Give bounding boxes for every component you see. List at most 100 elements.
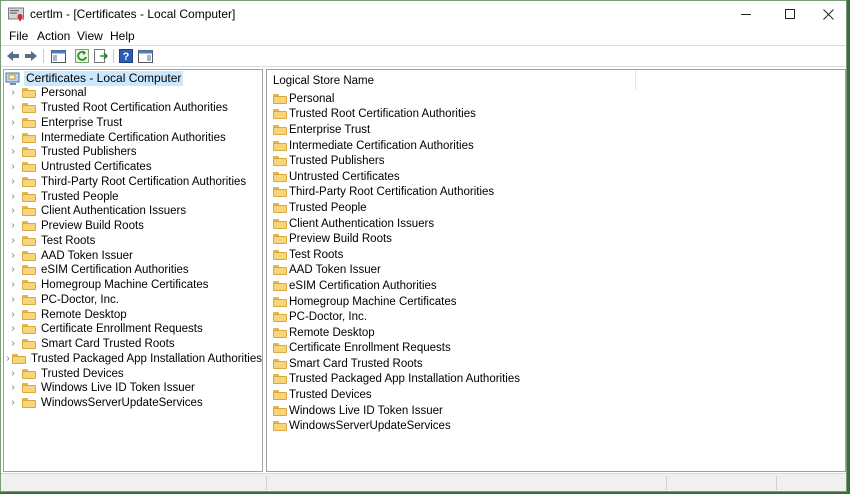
folder-icon: [273, 296, 287, 307]
folder-icon: [22, 103, 36, 114]
tree-item[interactable]: › Trusted Packaged App Installation Autho…: [4, 352, 262, 367]
tree-item[interactable]: › eSIM Certification Authorities: [4, 263, 262, 278]
folder-icon: [273, 202, 287, 213]
column-divider[interactable]: [635, 70, 636, 90]
list-item-label: Preview Build Roots: [289, 233, 392, 246]
list-item[interactable]: WindowsServerUpdateServices: [271, 418, 831, 434]
list-item-label: Personal: [289, 92, 335, 105]
tree-item[interactable]: › Trusted People: [4, 189, 262, 204]
expand-chevron-icon[interactable]: ›: [4, 116, 22, 130]
tree-item[interactable]: › Smart Card Trusted Roots: [4, 337, 262, 352]
list-item[interactable]: Remote Desktop: [271, 325, 831, 341]
list-item[interactable]: AAD Token Issuer: [271, 263, 831, 279]
expand-chevron-icon[interactable]: ›: [4, 160, 22, 174]
title-bar[interactable]: certlm - [Certificates - Local Computer]: [1, 1, 846, 27]
tree-items: › Personal › Trusted Root Certification Aut…: [4, 86, 262, 411]
expand-chevron-icon[interactable]: ›: [4, 293, 22, 307]
close-button[interactable]: [809, 1, 846, 27]
expand-chevron-icon[interactable]: ›: [4, 131, 22, 145]
console-tree-pane[interactable]: Certificates - Local Computer › Personal ›…: [3, 69, 263, 472]
details-pane[interactable]: Logical Store Name Personal Trusted Root …: [266, 69, 846, 472]
tree-item[interactable]: › Third-Party Root Certification Authorit…: [4, 175, 262, 190]
tree-item[interactable]: › Enterprise Trust: [4, 116, 262, 131]
certificate-app-icon: [8, 7, 24, 21]
menu-action[interactable]: Action: [37, 29, 70, 43]
expand-chevron-icon[interactable]: ›: [4, 101, 22, 115]
expand-chevron-icon[interactable]: ›: [4, 263, 22, 277]
maximize-button[interactable]: [771, 1, 809, 27]
help-button[interactable]: ?: [118, 48, 134, 64]
list-item[interactable]: Trusted Devices: [271, 387, 831, 403]
expand-chevron-icon[interactable]: ›: [4, 337, 22, 351]
list-item[interactable]: Trusted Root Certification Authorities: [271, 107, 831, 123]
tree-item[interactable]: › Preview Build Roots: [4, 219, 262, 234]
list-item[interactable]: Client Authentication Issuers: [271, 216, 831, 232]
tree-item[interactable]: › Remote Desktop: [4, 307, 262, 322]
list-item[interactable]: Windows Live ID Token Issuer: [271, 403, 831, 419]
expand-chevron-icon[interactable]: ›: [4, 396, 22, 410]
expand-chevron-icon[interactable]: ›: [4, 190, 22, 204]
list-item[interactable]: PC-Doctor, Inc.: [271, 309, 831, 325]
list-item[interactable]: Trusted Packaged App Installation Author…: [271, 372, 831, 388]
toolbar-separator: [43, 49, 44, 63]
list-item[interactable]: Homegroup Machine Certificates: [271, 294, 831, 310]
refresh-button[interactable]: [74, 48, 90, 64]
expand-chevron-icon[interactable]: ›: [4, 278, 22, 292]
expand-chevron-icon[interactable]: ›: [4, 145, 22, 159]
tree-item[interactable]: › WindowsServerUpdateServices: [4, 396, 262, 411]
expand-chevron-icon[interactable]: ›: [4, 381, 22, 395]
tree-item[interactable]: › Trusted Publishers: [4, 145, 262, 160]
menu-file[interactable]: File: [9, 29, 28, 43]
forward-button[interactable]: [23, 48, 39, 64]
minimize-button[interactable]: [727, 1, 765, 27]
expand-chevron-icon[interactable]: ›: [4, 175, 22, 189]
tree-item[interactable]: › Personal: [4, 86, 262, 101]
list-item[interactable]: Personal: [271, 91, 831, 107]
tree-item[interactable]: › Client Authentication Issuers: [4, 204, 262, 219]
list-item[interactable]: Enterprise Trust: [271, 122, 831, 138]
folder-icon: [273, 327, 287, 338]
tree-item[interactable]: › Windows Live ID Token Issuer: [4, 381, 262, 396]
expand-chevron-icon[interactable]: ›: [4, 249, 22, 263]
show-action-pane-button[interactable]: [137, 48, 153, 64]
folder-icon: [273, 343, 287, 354]
tree-root[interactable]: Certificates - Local Computer: [5, 71, 184, 86]
expand-chevron-icon[interactable]: ›: [4, 219, 22, 233]
list-item[interactable]: Preview Build Roots: [271, 231, 831, 247]
show-action-pane-icon: [137, 49, 153, 63]
list-item[interactable]: Test Roots: [271, 247, 831, 263]
show-hide-console-tree-button[interactable]: [50, 48, 66, 64]
list-item[interactable]: Intermediate Certification Authorities: [271, 138, 831, 154]
expand-chevron-icon[interactable]: ›: [4, 367, 22, 381]
folder-icon: [273, 265, 287, 276]
expand-chevron-icon[interactable]: ›: [4, 308, 22, 322]
column-header-logical-store-name[interactable]: Logical Store Name: [273, 74, 374, 88]
tree-item[interactable]: › Intermediate Certification Authorities: [4, 130, 262, 145]
tree-item[interactable]: › Homegroup Machine Certificates: [4, 278, 262, 293]
tree-item[interactable]: › Untrusted Certificates: [4, 160, 262, 175]
folder-icon: [273, 390, 287, 401]
list-item[interactable]: eSIM Certification Authorities: [271, 278, 831, 294]
tree-item[interactable]: › Certificate Enrollment Requests: [4, 322, 262, 337]
export-list-button[interactable]: [93, 48, 109, 64]
list-item[interactable]: Trusted People: [271, 200, 831, 216]
expand-chevron-icon[interactable]: ›: [4, 204, 22, 218]
list-item[interactable]: Untrusted Certificates: [271, 169, 831, 185]
list-item[interactable]: Certificate Enrollment Requests: [271, 341, 831, 357]
expand-chevron-icon[interactable]: ›: [4, 322, 22, 336]
back-button[interactable]: [5, 48, 21, 64]
tree-item[interactable]: › PC-Doctor, Inc.: [4, 293, 262, 308]
menu-help[interactable]: Help: [110, 29, 135, 43]
expand-chevron-icon[interactable]: ›: [4, 352, 12, 366]
tree-item[interactable]: › Trusted Devices: [4, 366, 262, 381]
list-item[interactable]: Trusted Publishers: [271, 153, 831, 169]
list-item[interactable]: Smart Card Trusted Roots: [271, 356, 831, 372]
expand-chevron-icon[interactable]: ›: [4, 86, 22, 100]
tree-item[interactable]: › AAD Token Issuer: [4, 248, 262, 263]
list-item-label: Trusted Root Certification Authorities: [289, 108, 476, 121]
list-item[interactable]: Third-Party Root Certification Authoriti…: [271, 185, 831, 201]
tree-item[interactable]: › Test Roots: [4, 234, 262, 249]
expand-chevron-icon[interactable]: ›: [4, 234, 22, 248]
menu-view[interactable]: View: [77, 29, 103, 43]
tree-item[interactable]: › Trusted Root Certification Authorities: [4, 101, 262, 116]
